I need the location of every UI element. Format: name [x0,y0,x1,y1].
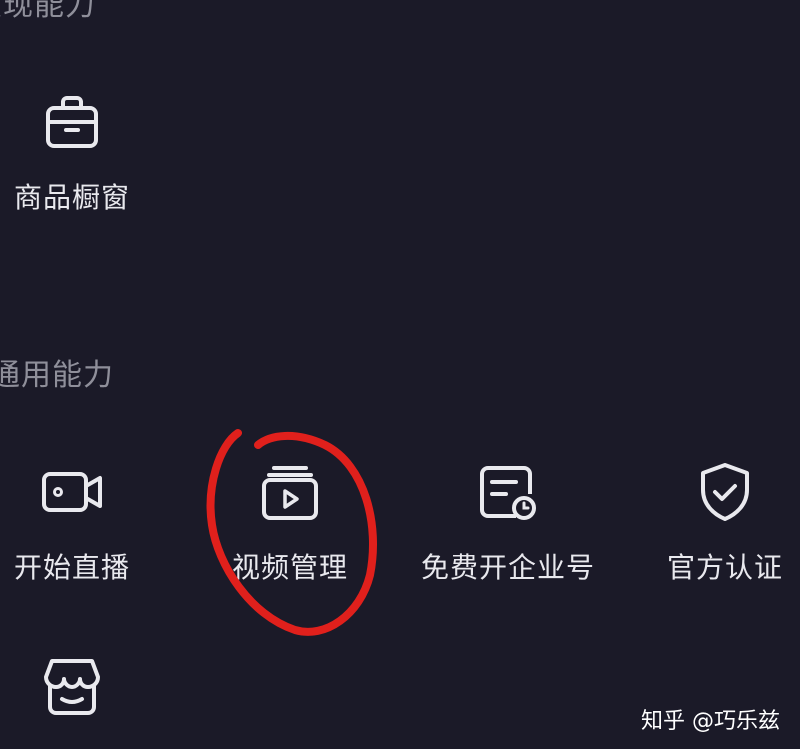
general-item-label: 免费开企业号 [420,551,595,584]
commerce-item-label: 商品橱窗 [13,181,130,214]
shield-check-icon [701,463,749,521]
briefcase-icon [46,96,98,148]
enterprise-account-icon [480,466,536,520]
video-camera-icon [42,472,102,512]
video-manage-icon [262,466,318,520]
section-title-general: 通用能力 [0,358,114,393]
store-icon [44,659,100,715]
general-item-label: 开始直播 [13,551,130,584]
watermark: 知乎 @巧乐兹 [641,709,780,734]
general-item-verify[interactable]: 官方认证 [635,460,800,586]
section-title-commerce: 变现能力 [0,0,96,23]
general-item-store[interactable] [0,655,162,719]
general-item-enterprise[interactable]: 免费开企业号 [418,460,598,586]
commerce-item-showcase[interactable]: 商品橱窗 [0,90,162,216]
general-item-video-manage[interactable]: 视频管理 [200,460,380,586]
general-item-label: 官方认证 [666,551,783,584]
general-item-live[interactable]: 开始直播 [0,460,162,586]
general-item-label: 视频管理 [231,551,348,584]
